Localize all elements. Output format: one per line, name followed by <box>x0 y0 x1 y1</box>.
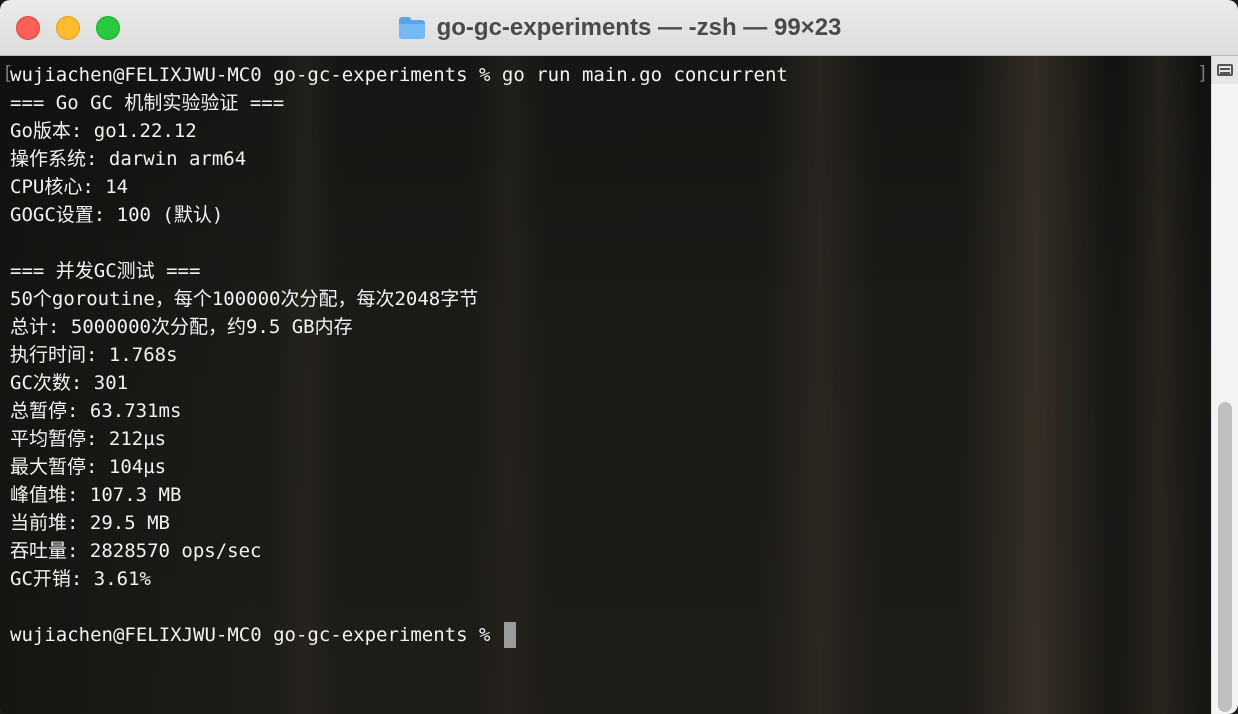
output-line: Go版本: go1.22.12 <box>10 120 197 142</box>
output-line: CPU核心: 14 <box>10 176 129 198</box>
vertical-scrollbar[interactable] <box>1211 84 1238 714</box>
selection-bracket-right: ] <box>1197 62 1209 84</box>
output-line: GOGC设置: 100 (默认) <box>10 204 224 226</box>
command-line: wujiachen@FELIXJWU-MC0 go-gc-experiments… <box>10 64 788 86</box>
prompt-line[interactable]: wujiachen@FELIXJWU-MC0 go-gc-experiments… <box>10 621 788 649</box>
list-icon <box>1217 64 1233 76</box>
output-line: 吞吐量: 2828570 ops/sec <box>10 540 262 562</box>
text-cursor <box>503 622 516 648</box>
output-line: 总计: 5000000次分配，约9.5 GB内存 <box>10 316 353 338</box>
output-line: === Go GC 机制实验验证 === <box>10 92 285 114</box>
shell-prompt: wujiachen@FELIXJWU-MC0 go-gc-experiments… <box>10 624 502 646</box>
output-line: 总暂停: 63.731ms <box>10 400 182 422</box>
inspector-toggle-button[interactable] <box>1211 56 1238 84</box>
window-title: go-gc-experiments — -zsh — 99×23 <box>436 14 842 41</box>
output-line: 50个goroutine，每个100000次分配，每次2048字节 <box>10 288 479 310</box>
output-line: GC次数: 301 <box>10 372 129 394</box>
terminal-window: go-gc-experiments — -zsh — 99×23 [ ] wuj… <box>0 0 1238 714</box>
title-bar[interactable]: go-gc-experiments — -zsh — 99×23 <box>0 0 1238 56</box>
output-line: 当前堆: 29.5 MB <box>10 512 170 534</box>
output-line: 执行时间: 1.768s <box>10 344 178 366</box>
window-title-group: go-gc-experiments — -zsh — 99×23 <box>0 0 1238 56</box>
output-line: 平均暂停: 212µs <box>10 428 167 450</box>
terminal-output[interactable]: wujiachen@FELIXJWU-MC0 go-gc-experiments… <box>10 61 788 649</box>
output-line: GC开销: 3.61% <box>10 568 151 590</box>
scrollbar-thumb[interactable] <box>1218 402 1232 712</box>
output-line: 操作系统: darwin arm64 <box>10 148 247 170</box>
output-line: === 并发GC测试 === <box>10 260 201 282</box>
background-tree-trunk <box>1120 56 1200 714</box>
output-line: 最大暂停: 104µs <box>10 456 167 478</box>
output-line: 峰值堆: 107.3 MB <box>10 484 182 506</box>
background-tree-trunk <box>960 56 1110 714</box>
terminal-viewport[interactable]: [ ] wujiachen@FELIXJWU-MC0 go-gc-experim… <box>0 56 1238 714</box>
folder-icon <box>398 17 425 39</box>
